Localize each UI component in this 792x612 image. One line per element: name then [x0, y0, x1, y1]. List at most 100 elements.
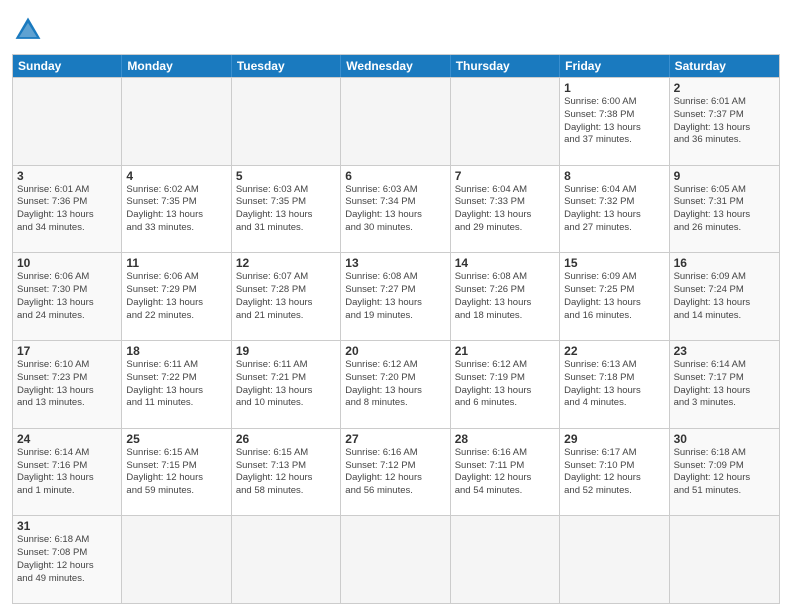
cal-cell-5-4: [451, 516, 560, 603]
day-number: 20: [345, 344, 445, 358]
cal-cell-5-5: [560, 516, 669, 603]
day-number: 29: [564, 432, 664, 446]
day-number: 9: [674, 169, 775, 183]
day-number: 8: [564, 169, 664, 183]
cal-cell-5-0: 31Sunrise: 6:18 AM Sunset: 7:08 PM Dayli…: [13, 516, 122, 603]
cal-cell-0-0: [13, 78, 122, 165]
day-header-tuesday: Tuesday: [232, 55, 341, 77]
cal-cell-3-1: 18Sunrise: 6:11 AM Sunset: 7:22 PM Dayli…: [122, 341, 231, 428]
cal-cell-1-2: 5Sunrise: 6:03 AM Sunset: 7:35 PM Daylig…: [232, 166, 341, 253]
cal-cell-1-5: 8Sunrise: 6:04 AM Sunset: 7:32 PM Daylig…: [560, 166, 669, 253]
day-number: 12: [236, 256, 336, 270]
logo: [12, 14, 48, 46]
day-info: Sunrise: 6:05 AM Sunset: 7:31 PM Dayligh…: [674, 184, 775, 235]
day-info: Sunrise: 6:06 AM Sunset: 7:29 PM Dayligh…: [126, 271, 226, 322]
week-row-4: 24Sunrise: 6:14 AM Sunset: 7:16 PM Dayli…: [13, 428, 779, 516]
cal-cell-0-2: [232, 78, 341, 165]
week-row-2: 10Sunrise: 6:06 AM Sunset: 7:30 PM Dayli…: [13, 252, 779, 340]
logo-icon: [12, 14, 44, 46]
day-info: Sunrise: 6:03 AM Sunset: 7:34 PM Dayligh…: [345, 184, 445, 235]
cal-cell-1-1: 4Sunrise: 6:02 AM Sunset: 7:35 PM Daylig…: [122, 166, 231, 253]
cal-cell-2-3: 13Sunrise: 6:08 AM Sunset: 7:27 PM Dayli…: [341, 253, 450, 340]
day-number: 4: [126, 169, 226, 183]
cal-cell-0-5: 1Sunrise: 6:00 AM Sunset: 7:38 PM Daylig…: [560, 78, 669, 165]
cal-cell-5-3: [341, 516, 450, 603]
cal-cell-1-6: 9Sunrise: 6:05 AM Sunset: 7:31 PM Daylig…: [670, 166, 779, 253]
day-number: 2: [674, 81, 775, 95]
calendar: SundayMondayTuesdayWednesdayThursdayFrid…: [12, 54, 780, 604]
day-number: 25: [126, 432, 226, 446]
day-info: Sunrise: 6:01 AM Sunset: 7:36 PM Dayligh…: [17, 184, 117, 235]
day-info: Sunrise: 6:01 AM Sunset: 7:37 PM Dayligh…: [674, 96, 775, 147]
day-info: Sunrise: 6:09 AM Sunset: 7:24 PM Dayligh…: [674, 271, 775, 322]
day-info: Sunrise: 6:11 AM Sunset: 7:22 PM Dayligh…: [126, 359, 226, 410]
day-number: 10: [17, 256, 117, 270]
day-number: 11: [126, 256, 226, 270]
day-info: Sunrise: 6:16 AM Sunset: 7:11 PM Dayligh…: [455, 447, 555, 498]
day-number: 23: [674, 344, 775, 358]
page: SundayMondayTuesdayWednesdayThursdayFrid…: [0, 0, 792, 612]
day-number: 5: [236, 169, 336, 183]
day-info: Sunrise: 6:00 AM Sunset: 7:38 PM Dayligh…: [564, 96, 664, 147]
cal-cell-5-1: [122, 516, 231, 603]
week-row-3: 17Sunrise: 6:10 AM Sunset: 7:23 PM Dayli…: [13, 340, 779, 428]
cal-cell-4-5: 29Sunrise: 6:17 AM Sunset: 7:10 PM Dayli…: [560, 429, 669, 516]
cal-cell-0-1: [122, 78, 231, 165]
cal-cell-1-4: 7Sunrise: 6:04 AM Sunset: 7:33 PM Daylig…: [451, 166, 560, 253]
cal-cell-5-6: [670, 516, 779, 603]
day-info: Sunrise: 6:15 AM Sunset: 7:13 PM Dayligh…: [236, 447, 336, 498]
day-info: Sunrise: 6:08 AM Sunset: 7:27 PM Dayligh…: [345, 271, 445, 322]
day-info: Sunrise: 6:11 AM Sunset: 7:21 PM Dayligh…: [236, 359, 336, 410]
day-number: 28: [455, 432, 555, 446]
day-info: Sunrise: 6:09 AM Sunset: 7:25 PM Dayligh…: [564, 271, 664, 322]
cal-cell-4-0: 24Sunrise: 6:14 AM Sunset: 7:16 PM Dayli…: [13, 429, 122, 516]
day-header-friday: Friday: [560, 55, 669, 77]
day-number: 14: [455, 256, 555, 270]
day-info: Sunrise: 6:18 AM Sunset: 7:09 PM Dayligh…: [674, 447, 775, 498]
day-info: Sunrise: 6:03 AM Sunset: 7:35 PM Dayligh…: [236, 184, 336, 235]
day-info: Sunrise: 6:17 AM Sunset: 7:10 PM Dayligh…: [564, 447, 664, 498]
cal-cell-1-0: 3Sunrise: 6:01 AM Sunset: 7:36 PM Daylig…: [13, 166, 122, 253]
cal-cell-5-2: [232, 516, 341, 603]
day-number: 18: [126, 344, 226, 358]
day-info: Sunrise: 6:07 AM Sunset: 7:28 PM Dayligh…: [236, 271, 336, 322]
day-info: Sunrise: 6:12 AM Sunset: 7:19 PM Dayligh…: [455, 359, 555, 410]
day-info: Sunrise: 6:14 AM Sunset: 7:16 PM Dayligh…: [17, 447, 117, 498]
day-info: Sunrise: 6:15 AM Sunset: 7:15 PM Dayligh…: [126, 447, 226, 498]
day-number: 27: [345, 432, 445, 446]
cal-cell-4-2: 26Sunrise: 6:15 AM Sunset: 7:13 PM Dayli…: [232, 429, 341, 516]
cal-cell-2-2: 12Sunrise: 6:07 AM Sunset: 7:28 PM Dayli…: [232, 253, 341, 340]
header: [12, 10, 780, 46]
cal-cell-2-1: 11Sunrise: 6:06 AM Sunset: 7:29 PM Dayli…: [122, 253, 231, 340]
day-header-thursday: Thursday: [451, 55, 560, 77]
day-number: 13: [345, 256, 445, 270]
cal-cell-2-5: 15Sunrise: 6:09 AM Sunset: 7:25 PM Dayli…: [560, 253, 669, 340]
day-number: 31: [17, 519, 117, 533]
cal-cell-0-3: [341, 78, 450, 165]
cal-cell-3-4: 21Sunrise: 6:12 AM Sunset: 7:19 PM Dayli…: [451, 341, 560, 428]
day-number: 30: [674, 432, 775, 446]
day-header-sunday: Sunday: [13, 55, 122, 77]
day-info: Sunrise: 6:04 AM Sunset: 7:32 PM Dayligh…: [564, 184, 664, 235]
cal-cell-2-6: 16Sunrise: 6:09 AM Sunset: 7:24 PM Dayli…: [670, 253, 779, 340]
day-info: Sunrise: 6:18 AM Sunset: 7:08 PM Dayligh…: [17, 534, 117, 585]
cal-cell-3-6: 23Sunrise: 6:14 AM Sunset: 7:17 PM Dayli…: [670, 341, 779, 428]
week-row-5: 31Sunrise: 6:18 AM Sunset: 7:08 PM Dayli…: [13, 515, 779, 603]
cal-cell-0-6: 2Sunrise: 6:01 AM Sunset: 7:37 PM Daylig…: [670, 78, 779, 165]
day-number: 26: [236, 432, 336, 446]
cal-cell-3-3: 20Sunrise: 6:12 AM Sunset: 7:20 PM Dayli…: [341, 341, 450, 428]
cal-cell-3-0: 17Sunrise: 6:10 AM Sunset: 7:23 PM Dayli…: [13, 341, 122, 428]
day-number: 7: [455, 169, 555, 183]
day-number: 6: [345, 169, 445, 183]
cal-cell-1-3: 6Sunrise: 6:03 AM Sunset: 7:34 PM Daylig…: [341, 166, 450, 253]
calendar-body: 1Sunrise: 6:00 AM Sunset: 7:38 PM Daylig…: [13, 77, 779, 603]
day-number: 22: [564, 344, 664, 358]
cal-cell-4-3: 27Sunrise: 6:16 AM Sunset: 7:12 PM Dayli…: [341, 429, 450, 516]
week-row-1: 3Sunrise: 6:01 AM Sunset: 7:36 PM Daylig…: [13, 165, 779, 253]
day-number: 17: [17, 344, 117, 358]
day-number: 1: [564, 81, 664, 95]
day-info: Sunrise: 6:16 AM Sunset: 7:12 PM Dayligh…: [345, 447, 445, 498]
cal-cell-2-4: 14Sunrise: 6:08 AM Sunset: 7:26 PM Dayli…: [451, 253, 560, 340]
day-header-saturday: Saturday: [670, 55, 779, 77]
day-info: Sunrise: 6:14 AM Sunset: 7:17 PM Dayligh…: [674, 359, 775, 410]
